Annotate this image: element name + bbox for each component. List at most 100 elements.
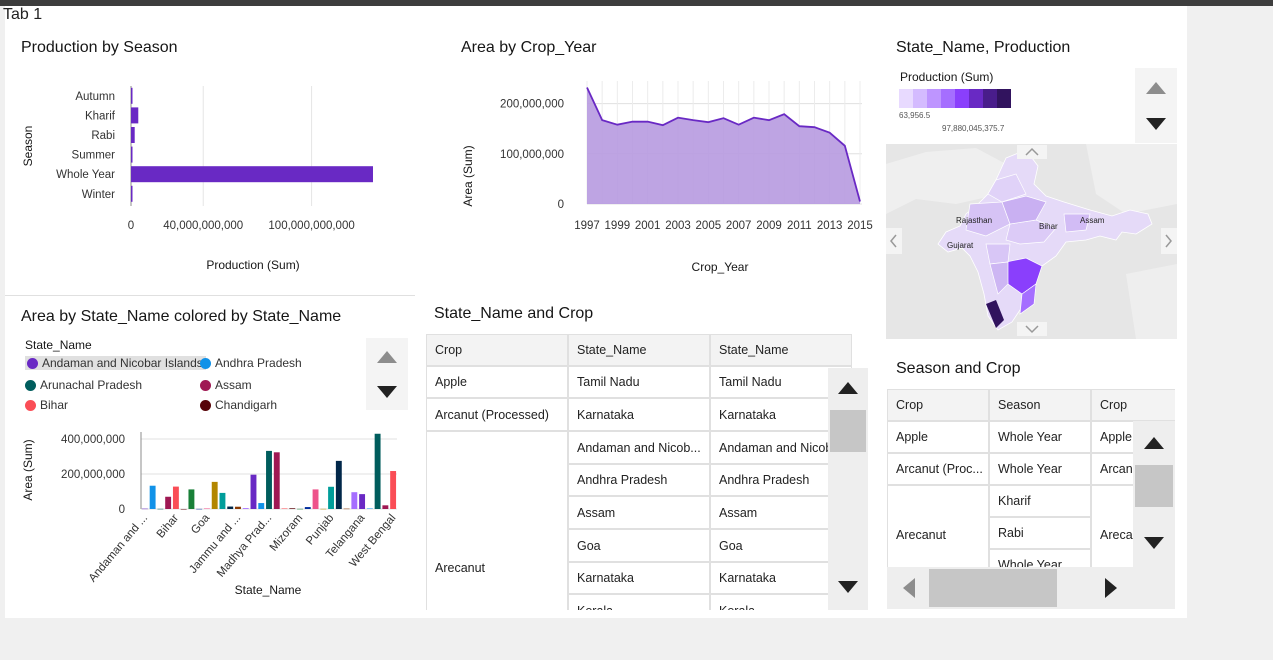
india-map[interactable]: Rajasthan Bihar Assam Gujarat [886, 144, 1177, 339]
state-area-bar[interactable] [343, 508, 350, 510]
season-bar[interactable] [131, 127, 135, 143]
state-legend-label: Chandigarh [215, 398, 278, 412]
state-area-bar[interactable] [328, 486, 335, 509]
table-cell-state: Andhra Pradesh [568, 464, 710, 496]
state-legend-item[interactable]: Bihar [25, 398, 68, 412]
state-area-bar[interactable] [180, 508, 187, 510]
state-legend-item[interactable]: Andaman and Nicobar Islands [25, 356, 206, 370]
map-legend-scroll-down-icon[interactable] [1146, 118, 1166, 130]
legend-swatch-icon [25, 399, 36, 411]
state-area-bar[interactable] [242, 508, 249, 509]
state-legend-label: Andhra Pradesh [215, 356, 302, 370]
table-header-cell[interactable]: Crop [887, 389, 989, 421]
table-cell-state: Tamil Nadu [568, 366, 710, 398]
state-area-bar[interactable] [250, 474, 257, 509]
area-year-x-tick-label: 1997 [574, 220, 600, 232]
state-area-bar[interactable] [297, 508, 303, 510]
state-area-bar[interactable] [266, 450, 272, 509]
state-crop-scrollbar[interactable] [828, 368, 868, 610]
state-area-bar[interactable] [366, 508, 373, 509]
state-area-bar[interactable] [382, 505, 389, 509]
table-header-cell[interactable]: Crop [426, 334, 568, 366]
season-bar[interactable] [131, 107, 139, 124]
state-area-bar[interactable] [172, 486, 179, 509]
season-bar-chart: Season Production (Sum) 0 40,000,000,000 1… [21, 86, 373, 272]
state-legend-label: Assam [215, 378, 252, 392]
table-header-cell[interactable]: State_Name [568, 334, 710, 366]
state-legend-item[interactable]: Arunachal Pradesh [25, 378, 142, 392]
area-year-x-tick-label: 1999 [605, 220, 631, 232]
state-area-bar[interactable] [273, 452, 280, 509]
state-legend-scroll-up-icon[interactable] [377, 351, 397, 363]
state-crop-table: Crop State_Name State_Name Apple Tamil Nadu T… [426, 334, 870, 610]
legend-swatch-icon [27, 357, 38, 369]
season-bar[interactable] [131, 185, 133, 202]
table-cell-state: Goa [568, 529, 710, 562]
table-header-cell[interactable]: State_Name [710, 334, 852, 366]
table-header-cell[interactable]: Crop [1091, 389, 1175, 421]
state-legend-scroll[interactable] [366, 338, 408, 410]
map-scale-swatch [969, 89, 983, 108]
state-area-bar[interactable] [227, 506, 234, 509]
state-crop-scroll-up-icon[interactable] [838, 382, 858, 394]
season-crop-scroll-left-icon[interactable] [903, 578, 915, 598]
season-y-tick-label: Autumn [75, 91, 115, 103]
table-cell-crop: Arcanut (Processed) [426, 398, 568, 431]
season-y-tick-label: Rabi [91, 130, 115, 142]
state-area-bar[interactable] [188, 489, 195, 509]
state-area-bar[interactable] [390, 471, 397, 509]
legend-swatch-icon [200, 379, 211, 391]
state-area-bar[interactable] [304, 507, 311, 509]
season-crop-scroll-up-icon[interactable] [1144, 437, 1164, 449]
state-area-bar[interactable] [289, 508, 296, 509]
map-scale-swatch [983, 89, 997, 108]
area-year-x-tick-label: 2003 [665, 220, 691, 232]
state-area-bar[interactable] [374, 433, 381, 509]
state-area-bar[interactable] [203, 508, 210, 509]
state-area-y-tick-label: 0 [119, 504, 125, 516]
season-crop-table: Crop Season Crop Apple Whole Year Apple Arcanu… [887, 389, 1175, 609]
season-x-tick-label: 0 [128, 220, 134, 232]
state-legend-scroll-down-icon[interactable] [377, 386, 397, 398]
map-legend-scroll-up-icon[interactable] [1146, 82, 1166, 94]
state-area-bar[interactable] [157, 508, 164, 510]
state-area-bar[interactable] [320, 508, 327, 510]
state-area-x-tick-label: Andaman and ... [87, 512, 150, 584]
season-bar[interactable] [131, 166, 373, 183]
state-area-bar[interactable] [335, 460, 342, 509]
state-legend-item[interactable]: Chandigarh [200, 398, 277, 412]
map-legend-title: Production (Sum) [900, 70, 994, 84]
state-legend-item[interactable]: Andhra Pradesh [200, 356, 302, 370]
map-label-rajasthan: Rajasthan [956, 216, 992, 225]
state-area-bar[interactable] [359, 494, 366, 509]
state-area-bar[interactable] [211, 481, 218, 509]
map-scale-swatch [941, 89, 955, 108]
state-area-bar[interactable] [165, 496, 172, 509]
state-area-x-tick-label: Bihar [155, 512, 182, 540]
season-x-tick-label: 40,000,000,000 [163, 220, 243, 232]
state-area-bar[interactable] [351, 492, 358, 509]
season-bar[interactable] [131, 87, 133, 104]
table-header-cell[interactable]: Season [989, 389, 1091, 421]
state-area-bar[interactable] [258, 503, 265, 509]
season-bar[interactable] [131, 146, 133, 163]
state-crop-scroll-thumb[interactable] [830, 410, 866, 452]
state-area-bar[interactable] [281, 508, 288, 509]
tab-label[interactable]: Tab 1 [3, 6, 42, 24]
state-area-bar[interactable] [141, 508, 148, 510]
state-crop-scroll-down-icon[interactable] [838, 581, 858, 593]
state-area-bar[interactable] [312, 489, 319, 509]
state-legend-item[interactable]: Assam [200, 378, 252, 392]
season-crop-hscroll-thumb[interactable] [929, 569, 1057, 607]
season-crop-scroll-right-icon[interactable] [1105, 578, 1117, 598]
state-area-bar[interactable] [149, 485, 156, 509]
season-y-tick-label: Whole Year [56, 169, 115, 181]
state-area-bar[interactable] [196, 508, 203, 510]
season-crop-scroll-down-icon[interactable] [1144, 537, 1164, 549]
state-area-bar[interactable] [219, 492, 226, 509]
state-area-x-tick-label: Mizoram [268, 512, 306, 553]
state-area-bar[interactable] [235, 506, 241, 509]
table-cell-crop: Apple [887, 421, 989, 453]
season-crop-scroll-thumb[interactable] [1135, 465, 1173, 507]
map-legend-scroll[interactable] [1135, 68, 1177, 143]
